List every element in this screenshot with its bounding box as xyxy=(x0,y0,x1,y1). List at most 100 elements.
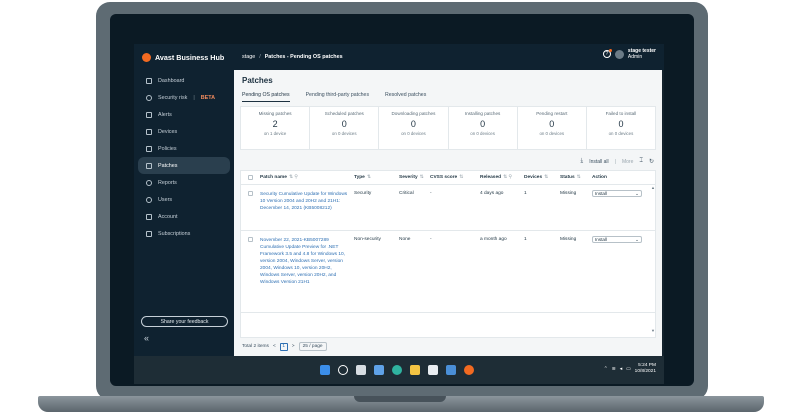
prev-page-button[interactable]: < xyxy=(273,344,276,349)
file-explorer-icon[interactable] xyxy=(410,365,420,375)
sidebar: Avast Business Hub Dashboard Security ri… xyxy=(134,44,234,356)
help-icon[interactable]: ? xyxy=(602,49,612,58)
widgets-icon[interactable] xyxy=(374,365,384,375)
wifi-icon[interactable]: ≋ xyxy=(612,367,616,372)
sidebar-item-label: Devices xyxy=(158,128,178,135)
sidebar-item-users[interactable]: Users xyxy=(138,191,230,208)
table-toolbar: ⤓ Install all | More ⌶ ↻ xyxy=(581,158,654,165)
app-name: Avast Business Hub xyxy=(155,52,225,62)
sort-icon[interactable]: ⇅ xyxy=(367,175,371,180)
sidebar-item-security-risk[interactable]: Security risk | BETA xyxy=(138,89,230,106)
sort-filter-icon[interactable]: ⇅ ⚲ xyxy=(289,175,298,180)
col-devices[interactable]: Devices ⇅ xyxy=(521,175,557,180)
stat-failed-to-install[interactable]: Failed to install 0 on 0 devices xyxy=(587,107,655,149)
action-select[interactable]: Install ⌄ xyxy=(592,236,642,243)
chevron-up-icon[interactable]: ⌃ xyxy=(604,367,608,372)
sort-filter-icon[interactable]: ⇅ ⚲ xyxy=(503,175,512,180)
scroll-up-icon[interactable]: ▲ xyxy=(651,185,655,190)
install-all-button[interactable]: Install all xyxy=(589,159,608,165)
stats-panel: Missing patches 2 on 1 device Scheduled … xyxy=(240,106,656,150)
monitor-icon xyxy=(146,128,152,135)
tab-pending-third-party-patches[interactable]: Pending third-party patches xyxy=(306,92,369,102)
chevron-down-icon: ⌄ xyxy=(635,190,639,196)
stat-downloading-patches[interactable]: Downloading patches 0 on 0 devices xyxy=(379,107,449,149)
mail-icon[interactable] xyxy=(446,365,456,375)
subscriptions-icon xyxy=(146,230,152,237)
home-icon xyxy=(146,77,152,84)
brand[interactable]: Avast Business Hub xyxy=(134,44,234,70)
sidebar-item-account[interactable]: Account xyxy=(138,208,230,225)
col-released[interactable]: Released ⇅ ⚲ xyxy=(477,175,521,180)
account-icon xyxy=(146,213,152,220)
stat-installing-patches[interactable]: Installing patches 0 on 0 devices xyxy=(449,107,518,149)
stat-sub: on 0 devices xyxy=(401,131,426,136)
page-size-select[interactable]: 25 / page xyxy=(298,342,327,351)
collapse-sidebar-icon[interactable]: « xyxy=(144,333,149,343)
sidebar-item-alerts[interactable]: Alerts xyxy=(138,106,230,123)
col-status[interactable]: Status ⇅ xyxy=(557,175,589,180)
more-menu-button[interactable]: More xyxy=(622,159,633,165)
page-number-button[interactable]: 1 xyxy=(279,342,288,351)
battery-icon[interactable]: ▭ xyxy=(626,367,631,372)
patch-severity: None xyxy=(399,237,411,242)
col-severity[interactable]: Severity ⇅ xyxy=(396,175,427,180)
sidebar-item-subscriptions[interactable]: Subscriptions xyxy=(138,225,230,242)
sidebar-item-reports[interactable]: Reports xyxy=(138,174,230,191)
task-view-icon[interactable] xyxy=(356,365,366,375)
breadcrumb-root[interactable]: stage xyxy=(242,54,255,60)
sort-icon[interactable]: ⇅ xyxy=(544,175,548,180)
action-select[interactable]: Install ⌄ xyxy=(592,190,642,197)
laptop-mockup: Avast Business Hub Dashboard Security ri… xyxy=(0,0,800,420)
windows-start-icon[interactable] xyxy=(320,365,330,375)
col-cvss-score[interactable]: CVSS score ⇅ xyxy=(427,175,477,180)
avatar[interactable] xyxy=(614,49,624,59)
sidebar-item-devices[interactable]: Devices xyxy=(138,123,230,140)
sidebar-item-dashboard[interactable]: Dashboard xyxy=(138,72,230,89)
next-page-button[interactable]: > xyxy=(292,344,295,349)
col-type[interactable]: Type ⇅ xyxy=(351,175,396,180)
refresh-icon[interactable]: ↻ xyxy=(649,158,654,165)
sidebar-item-policies[interactable]: Policies xyxy=(138,140,230,157)
search-icon[interactable] xyxy=(338,365,348,375)
sort-icon[interactable]: ⇅ xyxy=(577,175,581,180)
table-row[interactable]: November 22, 2021-KB5007289 Cumulative U… xyxy=(241,231,655,313)
patch-name-link[interactable]: Security Cumulative Update for Windows 1… xyxy=(257,191,351,212)
sidebar-item-label: Dashboard xyxy=(158,77,185,84)
stat-missing-patches[interactable]: Missing patches 2 on 1 device xyxy=(241,107,311,149)
user-menu[interactable]: stage tester Admin xyxy=(628,48,656,60)
patch-devices: 1 xyxy=(524,191,527,196)
tab-pending-os-patches[interactable]: Pending OS patches xyxy=(242,92,290,102)
store-icon[interactable] xyxy=(428,365,438,375)
patch-name-link[interactable]: November 22, 2021-KB5007289 Cumulative U… xyxy=(257,237,351,286)
stat-pending-restart[interactable]: Pending restart 0 on 0 devices xyxy=(518,107,587,149)
patch-status: Missing xyxy=(560,237,577,242)
scroll-down-icon[interactable]: ▼ xyxy=(651,328,655,333)
avast-app-icon[interactable] xyxy=(464,365,474,375)
tab-resolved-patches[interactable]: Resolved patches xyxy=(385,92,426,102)
edge-icon[interactable] xyxy=(392,365,402,375)
table-scrollbar[interactable]: ▲ ▼ xyxy=(651,185,655,337)
column-settings-icon[interactable]: ⌶ xyxy=(639,158,643,165)
row-checkbox[interactable] xyxy=(248,237,253,242)
stat-value: 0 xyxy=(410,119,416,129)
share-feedback-button[interactable]: Share your feedback xyxy=(141,316,228,327)
sidebar-item-patches[interactable]: Patches xyxy=(138,157,230,174)
sort-icon[interactable]: ⇅ xyxy=(459,175,463,180)
sidebar-item-label: Reports xyxy=(158,179,177,186)
sort-icon[interactable]: ⇅ xyxy=(420,175,424,180)
stat-sub: on 1 device xyxy=(263,131,287,136)
col-patch-name[interactable]: Patch name ⇅ ⚲ xyxy=(257,175,351,180)
clock[interactable]: 5:24 PM 10/8/2021 xyxy=(635,363,656,375)
sidebar-item-label: Security risk xyxy=(158,94,188,101)
volume-icon[interactable]: ◂ xyxy=(620,367,622,372)
stat-value: 2 xyxy=(272,119,278,129)
stat-scheduled-patches[interactable]: Scheduled patches 0 on 0 devices xyxy=(310,107,380,149)
bell-icon xyxy=(146,111,152,118)
sidebar-item-label: Alerts xyxy=(158,111,172,118)
patch-severity: Critical xyxy=(399,191,414,196)
table-row[interactable]: Security Cumulative Update for Windows 1… xyxy=(241,185,655,231)
row-checkbox[interactable] xyxy=(248,191,253,196)
stat-sub: on 0 devices xyxy=(539,131,565,136)
total-items: Total 2 items xyxy=(242,344,269,349)
select-all-checkbox[interactable] xyxy=(248,175,253,180)
